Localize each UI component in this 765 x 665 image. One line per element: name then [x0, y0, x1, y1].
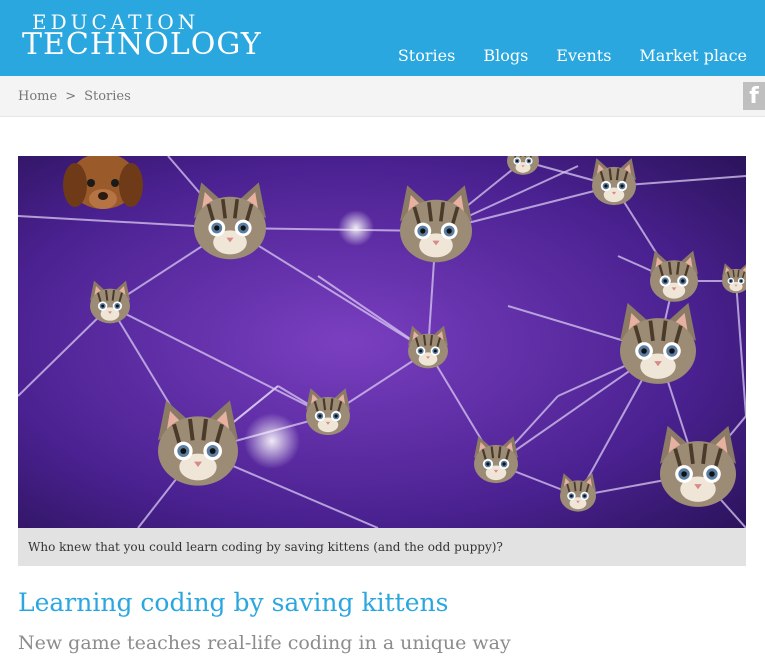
- facebook-glyph: f: [749, 84, 759, 109]
- main-nav: Stories Blogs Events Market place: [398, 46, 747, 65]
- facebook-icon[interactable]: f: [743, 82, 765, 110]
- breadcrumb: Home > Stories: [18, 89, 131, 104]
- kittens-network-illustration: [18, 156, 746, 528]
- image-caption-bar: Who knew that you could learn coding by …: [18, 528, 746, 566]
- hero-image: [18, 156, 746, 528]
- logo-line2: TECHNOLOGY: [22, 27, 262, 62]
- breadcrumb-bar: Home > Stories: [0, 76, 765, 117]
- nav-market-place[interactable]: Market place: [639, 46, 747, 65]
- image-caption: Who knew that you could learn coding by …: [28, 540, 503, 554]
- site-header: EDUCATION TECHNOLOGY Stories Blogs Event…: [0, 0, 765, 76]
- nav-events[interactable]: Events: [556, 46, 611, 65]
- breadcrumb-stories[interactable]: Stories: [84, 89, 131, 104]
- nav-stories[interactable]: Stories: [398, 46, 455, 65]
- nav-blogs[interactable]: Blogs: [483, 46, 528, 65]
- site-logo[interactable]: EDUCATION TECHNOLOGY: [22, 12, 262, 60]
- article-title[interactable]: Learning coding by saving kittens: [18, 588, 448, 617]
- breadcrumb-home[interactable]: Home: [18, 89, 57, 104]
- breadcrumb-separator: >: [65, 89, 77, 104]
- article-subtitle: New game teaches real-life coding in a u…: [18, 632, 511, 654]
- puppy: [63, 156, 143, 209]
